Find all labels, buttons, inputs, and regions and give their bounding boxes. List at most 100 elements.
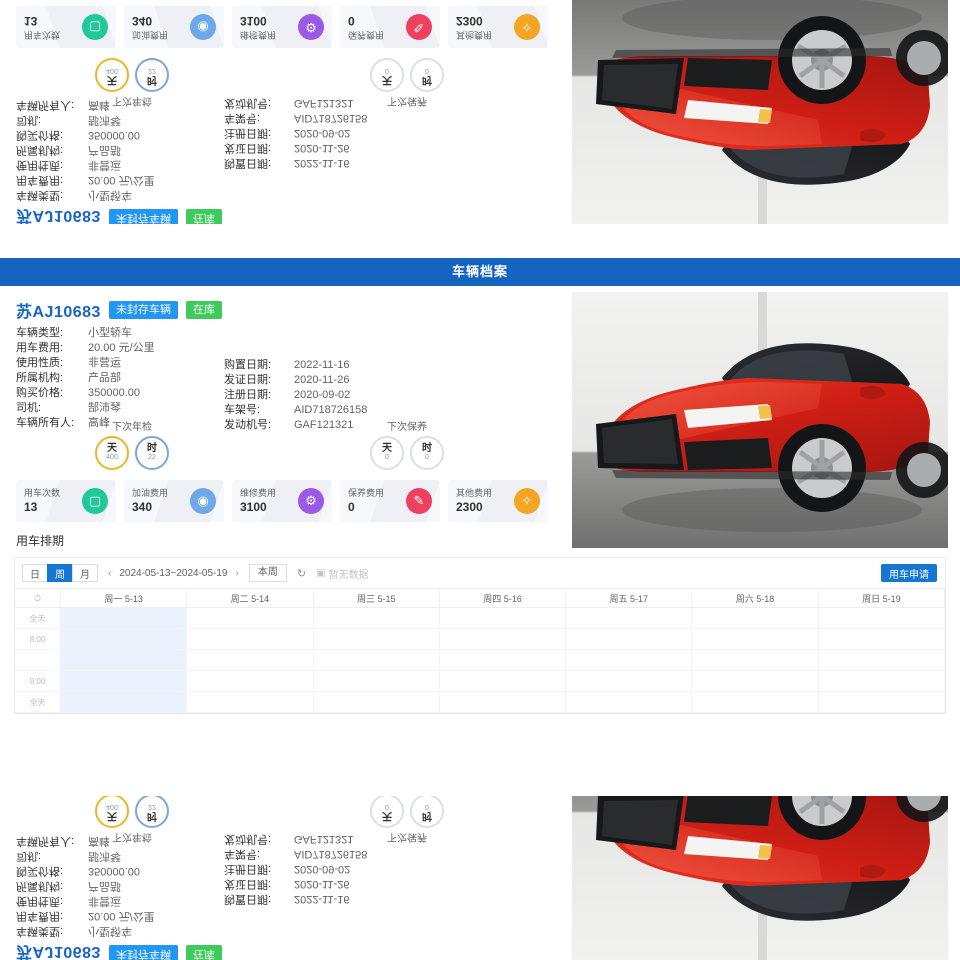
view-switch-月[interactable]: 月 [72,564,98,582]
stat-card[interactable]: 其他费用 2300 ✧ [448,6,548,48]
gauge-rings: 天0时0 [370,58,444,92]
calendar-cell[interactable] [61,629,188,649]
calendar-day-header: 周五 5-17 [566,589,693,607]
stat-value: 3100 [240,500,267,514]
calendar-cell[interactable] [692,608,819,628]
info-value: 郜沛琴 [88,850,121,862]
mirrored-bottom-region: 车辆档案 苏AJ10683 未封存车辆 在库 车辆类型:小型轿车用车费用:20.… [0,796,960,960]
info-label: 所属机构: [16,372,64,384]
view-switch-日[interactable]: 日 [22,564,48,582]
stat-card[interactable]: 用车次数 13 ▢ [16,480,116,522]
calendar-cell[interactable] [566,650,693,670]
gauge-unit: 时 [147,810,157,821]
calendar-cell[interactable] [440,608,567,628]
info-label: 用车费用: [16,174,64,186]
next-period-button[interactable]: › [236,568,239,579]
calendar-cell[interactable] [440,629,567,649]
calendar-cell[interactable] [61,671,188,691]
info-label: 车辆类型: [16,327,64,339]
calendar-cell[interactable] [692,671,819,691]
calendar-cell[interactable] [819,692,945,712]
calendar-cell[interactable] [440,671,567,691]
calendar-cell[interactable] [187,650,314,670]
today-button[interactable]: 本周 [248,564,287,582]
info-row: 注册日期: 2020-09-02 [224,126,367,140]
info-label: 车辆类型: [16,925,64,937]
stat-card[interactable]: 保养费用 0 ✎ [340,480,440,522]
stat-card[interactable]: 用车次数 13 ▢ [16,6,116,48]
gauge-title: 下次保养 [387,95,427,106]
calendar-cell[interactable] [692,650,819,670]
info-label: 车辆类型: [16,189,64,201]
view-switch-group[interactable]: 日周月 [22,564,98,582]
empty-label: 暂无数据 [328,569,369,581]
calendar-cell[interactable] [314,629,440,649]
calendar-cell[interactable] [819,650,945,670]
page-title: 车辆档案 [0,258,960,286]
calendar-cell[interactable] [819,629,945,649]
stat-card[interactable]: 加油费用 340 ◉ [124,6,224,48]
view-switch-周[interactable]: 周 [47,564,73,582]
calendar-cell[interactable] [566,671,693,691]
calendar-cell[interactable] [314,650,440,670]
gauge-value: 0 [385,67,389,74]
info-label: 发证日期: [224,142,272,154]
stat-card[interactable]: 保养费用 0 ✎ [340,6,440,48]
info-row: 所属机构: 产品部 [16,879,155,893]
calendar-cell[interactable] [61,608,188,628]
info-label: 购置日期: [224,893,272,905]
calendar-cell[interactable] [692,692,819,712]
info-value: AID718726158 [294,848,368,860]
info-value: 20.00 元/公里 [88,342,155,354]
calendar-cell[interactable] [440,692,567,712]
vehicle-request-button[interactable]: 用车申请 [881,564,937,582]
calendar-cell[interactable] [692,629,819,649]
gauge-value: 0 [425,803,429,810]
info-label: 所属机构: [16,880,64,892]
calendar-header-row: ⏱ 周一 5-13 周二 5-14 周三 5-15 周四 5-16 周五 5-17 周六 5… [15,589,945,608]
calendar-cell[interactable] [187,608,314,628]
stat-card[interactable]: 加油费用 340 ◉ [124,480,224,522]
calendar-cell[interactable] [819,671,945,691]
stat-card[interactable]: 其他费用 2300 ✧ [448,480,548,522]
calendar-cell[interactable] [566,692,693,712]
stat-value: 340 [132,14,153,28]
calendar-cell[interactable] [314,608,440,628]
stat-value: 2300 [456,500,483,514]
calendar-cell[interactable] [566,608,693,628]
coins-icon: ✧ [514,14,540,40]
gauge-unit: 时 [422,74,432,85]
plate-number: 苏AJ10683 [16,304,101,321]
info-row: 使用性质: 非营运 [16,356,155,370]
calendar-cell[interactable] [61,650,188,670]
gauge-ring: 天 400 [95,436,129,470]
stat-value: 2300 [456,14,483,28]
calendar-cell[interactable] [314,671,440,691]
info-label: 所属机构: [16,144,64,156]
prev-period-button[interactable]: ‹ [108,568,111,579]
calendar-cell[interactable] [566,629,693,649]
vehicle-photo [572,0,948,224]
gauge-group: 下次保养天 0 时 0 [370,418,444,470]
info-row: 注册日期: 2020-09-02 [224,862,367,876]
empty-icon: ▣ [316,567,326,579]
calendar-cell[interactable] [61,692,188,712]
refresh-icon[interactable]: ↻ [297,567,306,580]
date-nav: ‹ 2024-05-13~2024-05-19 › [108,568,239,579]
info-value: 20.00 元/公里 [88,910,155,922]
stat-card[interactable]: 维修费用 3100 ⚙ [232,6,332,48]
info-value: 郜沛琴 [88,402,121,414]
stat-card[interactable]: 维修费用 3100 ⚙ [232,480,332,522]
info-row: 发证日期: 2020-11-26 [224,141,367,155]
calendar-cell[interactable] [314,692,440,712]
calendar-cell[interactable] [187,692,314,712]
calendar-cell[interactable] [819,608,945,628]
info-label: 车架号: [224,404,261,416]
gauge-rings: 天 400 时 22 [95,436,169,470]
info-label: 购买价格: [16,865,64,877]
gauge-value: 22 [148,67,156,74]
calendar-cell[interactable] [187,629,314,649]
status-badge-seal: 未封存车辆 [108,209,178,224]
calendar-cell[interactable] [440,650,567,670]
calendar-cell[interactable] [187,671,314,691]
